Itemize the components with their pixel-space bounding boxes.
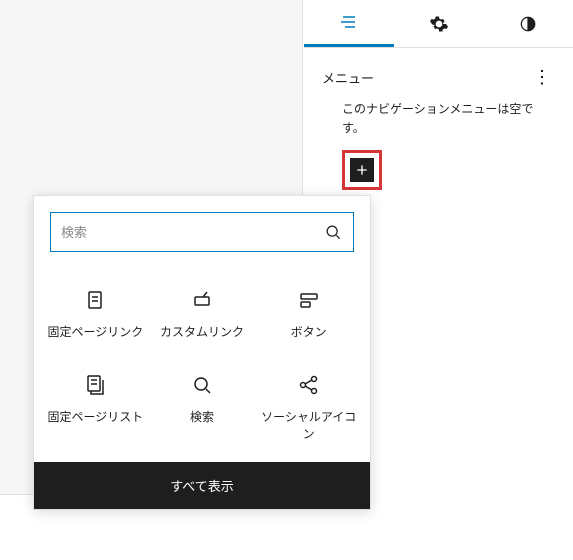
list-icon: [337, 10, 361, 34]
block-label: 固定ページリンク: [47, 324, 143, 341]
search-field[interactable]: [50, 212, 354, 252]
block-button[interactable]: ボタン: [255, 268, 362, 353]
search-input[interactable]: [61, 225, 323, 240]
contrast-icon: [518, 14, 538, 34]
block-inserter-popover: 固定ページリンク カスタムリンク ボタン 固定ページリスト 検索: [33, 195, 371, 510]
panel-title: メニュー: [322, 68, 374, 87]
plus-icon: [354, 162, 370, 178]
gear-icon: [429, 14, 449, 34]
search-block-icon: [190, 371, 214, 399]
block-search[interactable]: 検索: [149, 353, 256, 455]
block-label: 検索: [190, 409, 214, 426]
more-options-button[interactable]: ⋮: [529, 64, 555, 90]
empty-menu-text: このナビゲーションメニューは空です。: [342, 100, 555, 138]
block-social-icons[interactable]: ソーシャルアイコン: [255, 353, 362, 455]
block-label: ボタン: [291, 324, 327, 341]
page-link-icon: [83, 286, 107, 314]
button-icon: [297, 286, 321, 314]
show-all-button[interactable]: すべて表示: [34, 462, 370, 509]
add-block-button[interactable]: [350, 158, 374, 182]
block-label: 固定ページリスト: [47, 409, 143, 426]
block-page-list[interactable]: 固定ページリスト: [42, 353, 149, 455]
add-block-highlight: [342, 150, 382, 190]
settings-sidebar: メニュー ⋮ このナビゲーションメニューは空です。: [304, 0, 573, 206]
tab-settings[interactable]: [394, 0, 484, 47]
tab-navigation[interactable]: [304, 0, 394, 47]
social-icon: [297, 371, 321, 399]
tab-styles[interactable]: [483, 0, 573, 47]
block-grid: 固定ページリンク カスタムリンク ボタン 固定ページリスト 検索: [34, 260, 370, 462]
block-page-link[interactable]: 固定ページリンク: [42, 268, 149, 353]
menu-panel: メニュー ⋮ このナビゲーションメニューは空です。: [304, 48, 573, 206]
search-icon: [323, 222, 343, 242]
block-label: カスタムリンク: [160, 324, 244, 341]
block-custom-link[interactable]: カスタムリンク: [149, 268, 256, 353]
page-list-icon: [83, 371, 107, 399]
block-label: ソーシャルアイコン: [259, 409, 358, 443]
sidebar-tabs: [304, 0, 573, 48]
custom-link-icon: [190, 286, 214, 314]
